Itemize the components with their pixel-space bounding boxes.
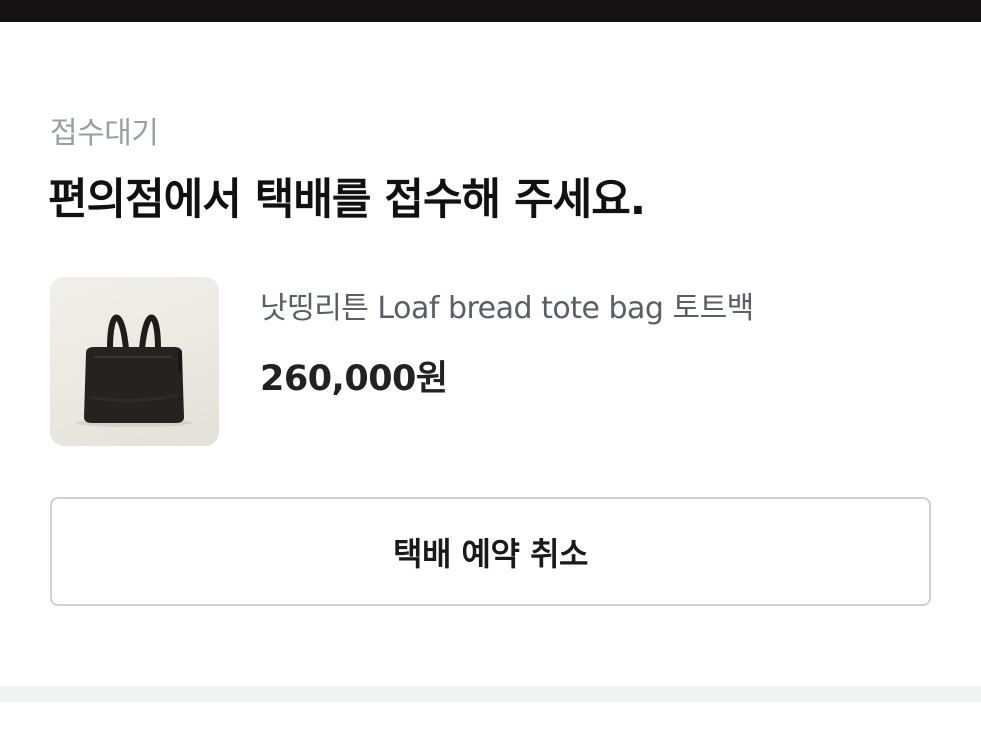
product-image [50, 277, 219, 446]
top-status-bar [0, 0, 981, 22]
cancel-delivery-reservation-button[interactable]: 택배 예약 취소 [50, 497, 931, 606]
product-card[interactable]: 낫띵리튼 Loaf bread tote bag 토트백 260,000원 [50, 277, 910, 447]
tote-bag-icon [76, 314, 192, 427]
page-headline: 편의점에서 택배를 접수해 주세요. [48, 175, 646, 225]
section-divider [0, 686, 981, 702]
product-price: 260,000원 [260, 359, 448, 399]
product-name: 낫띵리튼 Loaf bread tote bag 토트백 [260, 291, 754, 326]
delivery-status-label: 접수대기 [50, 116, 159, 151]
